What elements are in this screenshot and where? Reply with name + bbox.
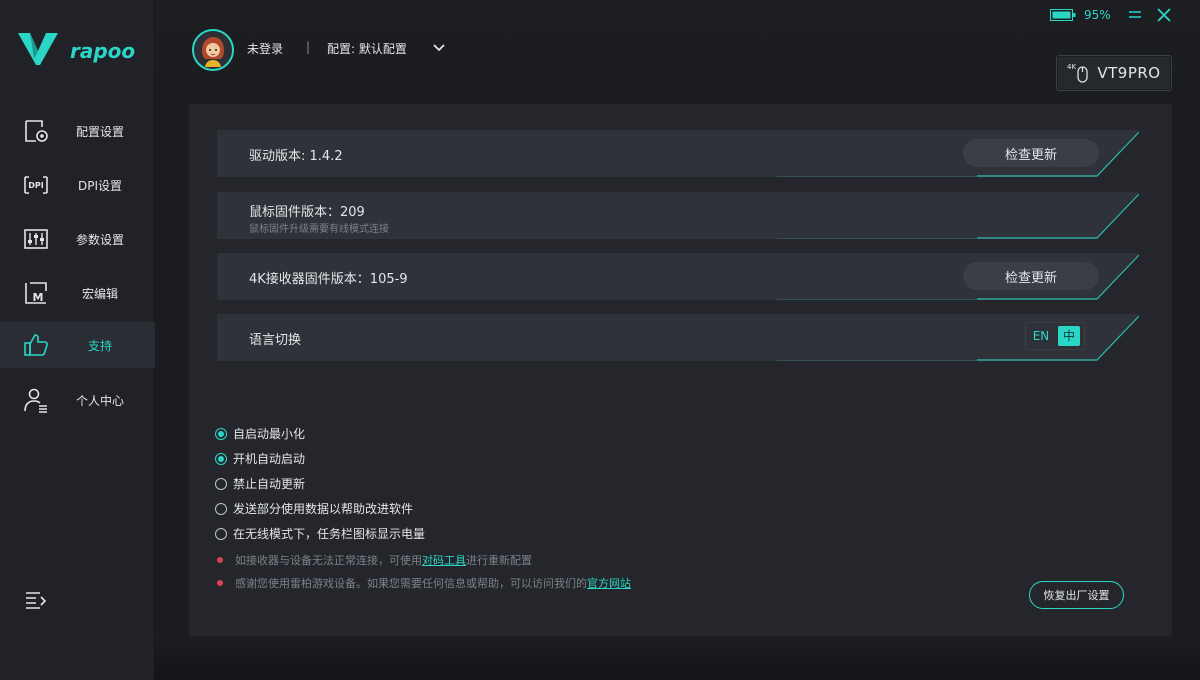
macro-icon: M [25, 282, 47, 304]
device-selector[interactable]: 4K VT9PRO [1056, 55, 1172, 91]
option-disable-auto-update[interactable]: 禁止自动更新 [215, 475, 305, 492]
battery-status: 95% [1050, 8, 1111, 22]
factory-reset-button[interactable]: 恢复出厂设置 [1029, 581, 1124, 609]
row-background [217, 314, 1139, 361]
mouse-icon: 4K [1067, 63, 1089, 83]
option-label: 禁止自动更新 [233, 477, 306, 491]
config-profile-label[interactable]: 配置: 默认配置 [327, 40, 407, 57]
sidebar-item-dpi[interactable]: DPI DPI设置 [0, 162, 155, 208]
sliders-icon [24, 229, 48, 249]
receiver-firmware-row: 4K接收器固件版本：105-9 检查更新 [217, 253, 1139, 300]
option-launch-on-boot[interactable]: 开机自动启动 [215, 450, 305, 467]
sidebar: rapoo 配置设置 DPI DPI设置 参数设置 M 宏编辑 支持 个人中心 [0, 0, 155, 680]
header-separator: | [306, 40, 311, 54]
language-label: 语言切换 [249, 333, 302, 348]
sidebar-item-config[interactable]: 配置设置 [0, 108, 155, 154]
sidebar-item-label: 参数设置 [75, 232, 124, 247]
sidebar-item-label: 配置设置 [75, 124, 124, 139]
top-bar [155, 0, 1200, 104]
option-label: 自启动最小化 [233, 427, 306, 441]
mouse-firmware-hint: 鼠标固件升级需要有线模式连接 [249, 224, 389, 235]
avatar-icon [194, 31, 232, 69]
radio-unchecked[interactable] [215, 527, 227, 540]
battery-icon [1050, 9, 1076, 21]
radio-checked[interactable] [215, 427, 227, 440]
minimize-icon[interactable] [1126, 6, 1144, 24]
option-tray-battery[interactable]: 在无线模式下，任务栏图标显示电量 [215, 525, 425, 542]
close-icon[interactable] [1155, 6, 1173, 24]
receiver-firmware-version: 4K接收器固件版本：105-9 [249, 272, 408, 287]
pairing-tool-link[interactable]: 对码工具 [422, 552, 466, 568]
pairing-note: 如接收器与设备无法正常连接，可使用 对码工具 进行重新配置 [215, 552, 532, 568]
device-name: VT9PRO [1097, 64, 1161, 82]
option-start-minimized[interactable]: 自启动最小化 [215, 425, 305, 442]
language-row: 语言切换 EN 中 [217, 314, 1139, 361]
dpi-icon: DPI [24, 176, 48, 194]
bullet-dot [217, 580, 223, 586]
thumbs-up-icon [24, 334, 48, 356]
sidebar-item-label: 宏编辑 [81, 286, 118, 301]
check-receiver-update-button[interactable]: 检查更新 [963, 262, 1099, 290]
website-note: 感谢您使用雷柏游戏设备。如果您需要任何信息或帮助，可以访问我们的 官方网站 [215, 575, 631, 591]
mouse-firmware-version: 鼠标固件版本：209 [249, 205, 365, 220]
chevron-down-icon[interactable] [431, 40, 447, 56]
note-text: 进行重新配置 [466, 554, 532, 567]
driver-version-row: 驱动版本: 1.4.2 检查更新 [217, 130, 1139, 177]
login-status[interactable]: 未登录 [247, 40, 283, 57]
note-text: 如接收器与设备无法正常连接，可使用 [235, 554, 422, 567]
rapoo-logo: rapoo [18, 28, 148, 68]
sidebar-item-label: 支持 [87, 338, 112, 353]
sidebar-item-macro[interactable]: M 宏编辑 [0, 270, 155, 316]
note-text: 感谢您使用雷柏游戏设备。如果您需要任何信息或帮助，可以访问我们的 [235, 577, 587, 590]
config-icon [25, 120, 48, 142]
avatar[interactable] [192, 29, 234, 71]
background-floor [155, 636, 1200, 680]
option-label: 开机自动启动 [233, 452, 306, 466]
device-tag: 4K [1067, 63, 1076, 71]
collapse-menu-icon[interactable] [24, 590, 48, 612]
driver-version: 驱动版本: 1.4.2 [249, 149, 343, 164]
mouse-firmware-row: 鼠标固件版本：209 鼠标固件升级需要有线模式连接 [217, 192, 1139, 239]
radio-checked[interactable] [215, 452, 227, 465]
check-driver-update-button[interactable]: 检查更新 [963, 139, 1099, 167]
language-toggle[interactable]: EN 中 [1025, 322, 1085, 350]
sidebar-item-support[interactable]: 支持 [0, 322, 155, 368]
radio-unchecked[interactable] [215, 477, 227, 490]
language-zh-option[interactable]: 中 [1058, 326, 1080, 346]
sidebar-item-profile[interactable]: 个人中心 [0, 377, 155, 423]
sidebar-item-label: 个人中心 [75, 393, 124, 408]
sidebar-item-params[interactable]: 参数设置 [0, 216, 155, 262]
bullet-dot [217, 557, 223, 563]
user-icon [24, 388, 47, 413]
sidebar-item-label: DPI设置 [77, 178, 123, 193]
svg-text:M: M [33, 291, 44, 304]
option-label: 发送部分使用数据以帮助改进软件 [233, 502, 414, 516]
svg-text:DPI: DPI [28, 181, 44, 190]
battery-level: 95% [1084, 8, 1111, 22]
brand-name: rapoo [70, 39, 136, 63]
option-send-usage-data[interactable]: 发送部分使用数据以帮助改进软件 [215, 500, 413, 517]
official-website-link[interactable]: 官方网站 [587, 575, 631, 591]
option-label: 在无线模式下，任务栏图标显示电量 [233, 527, 426, 541]
radio-unchecked[interactable] [215, 502, 227, 515]
language-en-option[interactable]: EN [1026, 329, 1056, 343]
v-logo-icon [18, 33, 58, 65]
